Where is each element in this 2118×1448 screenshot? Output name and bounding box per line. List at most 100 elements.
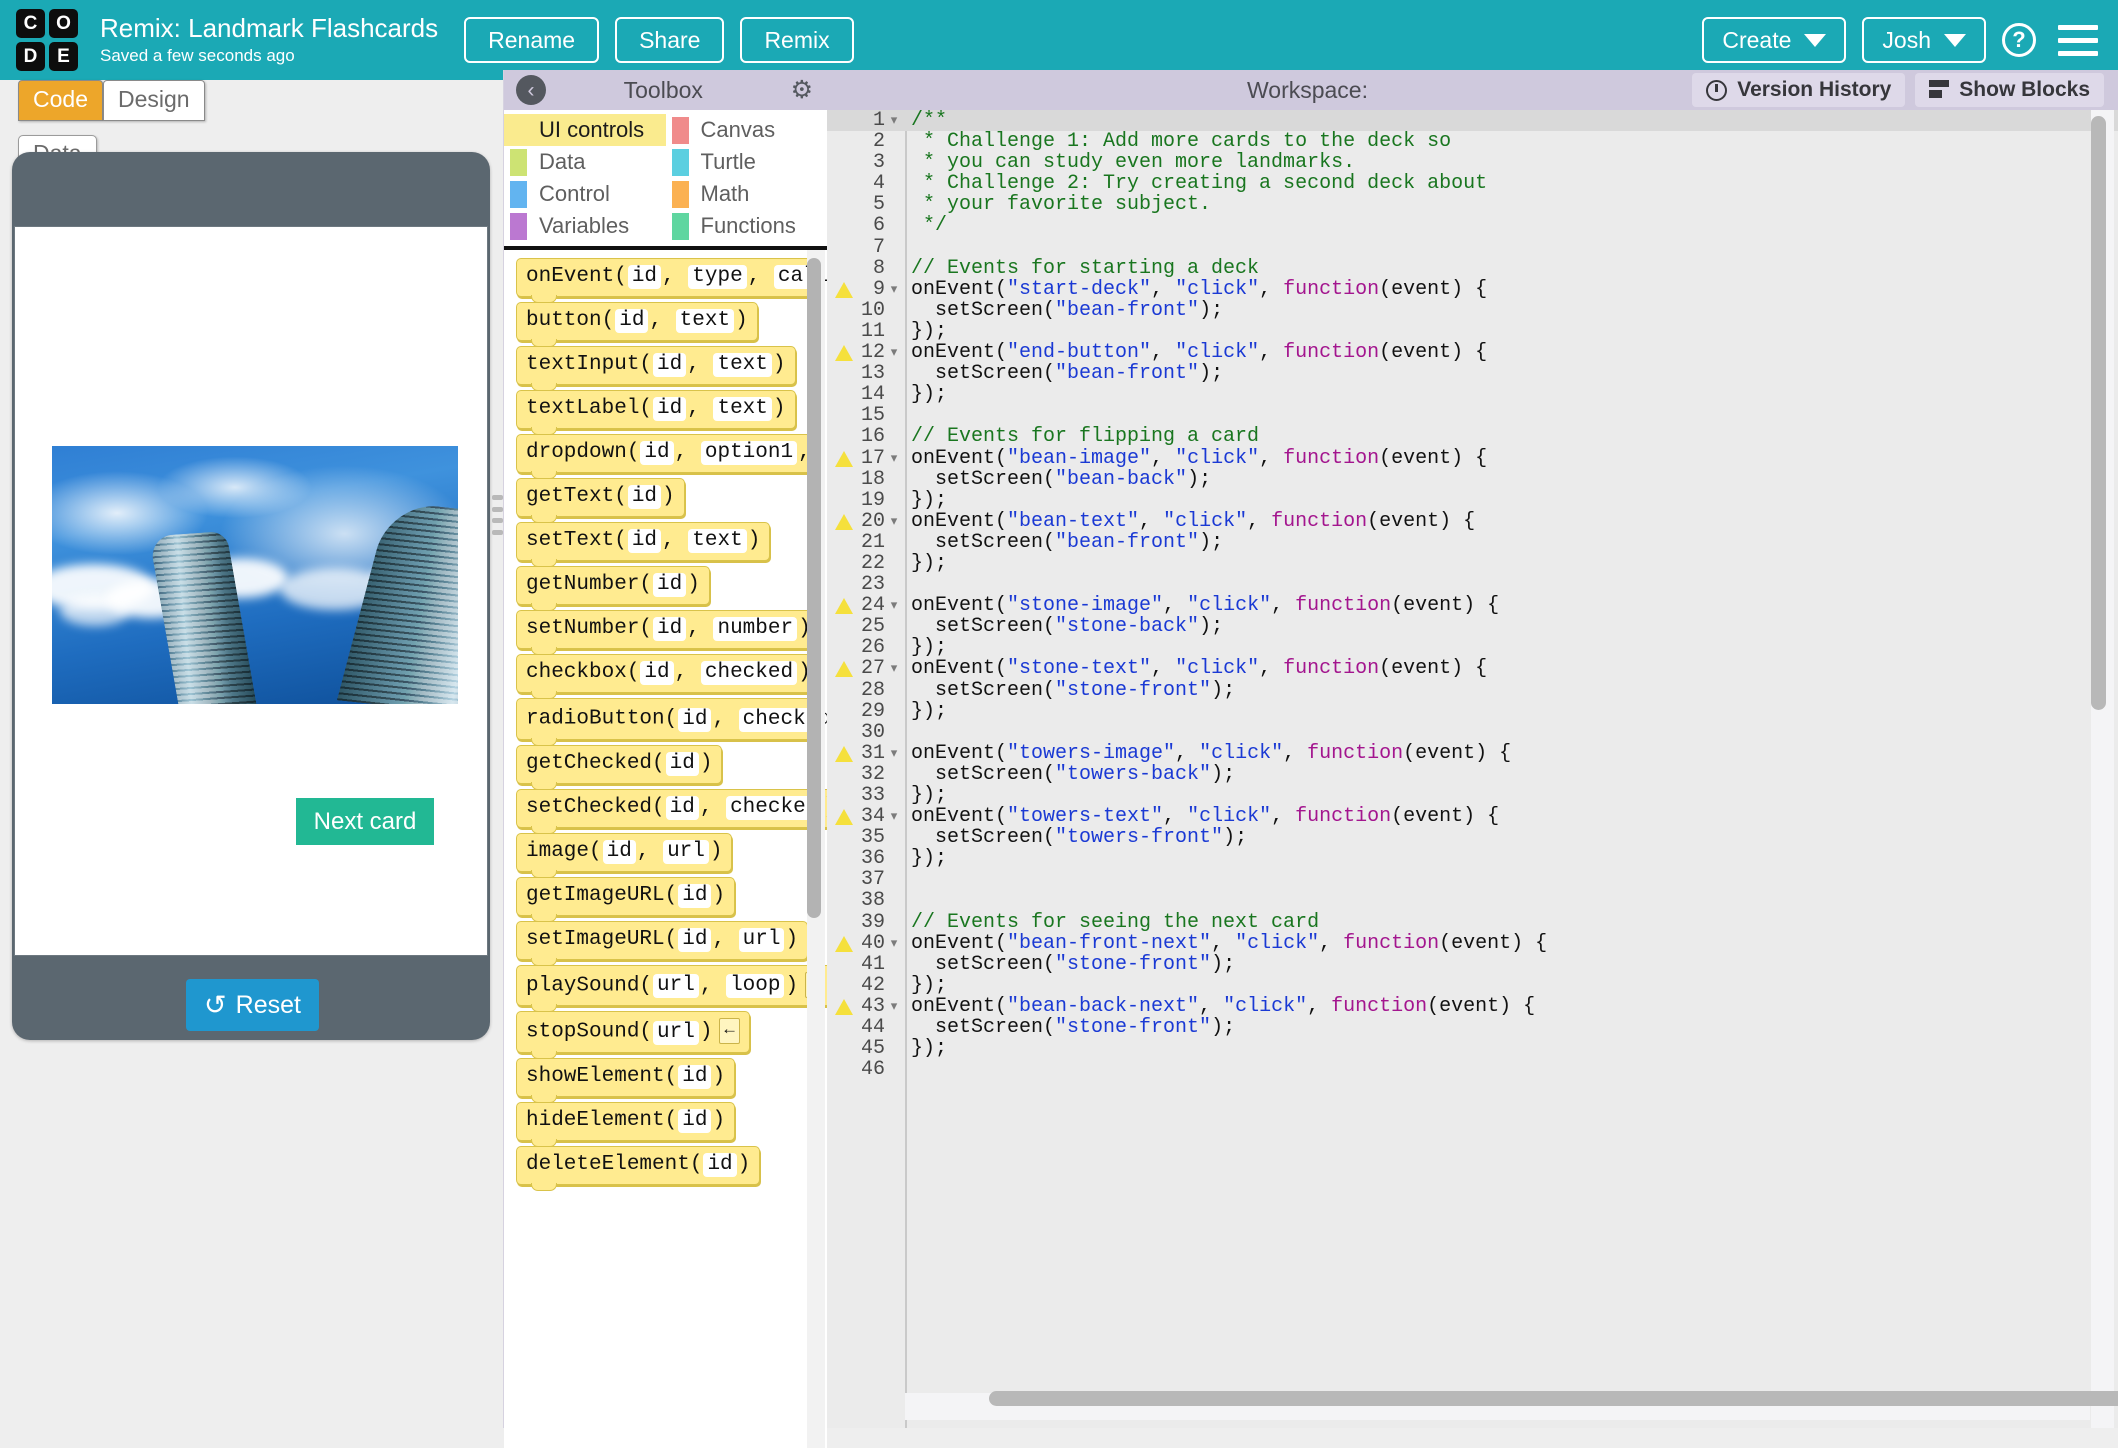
toolbox-category-data[interactable]: Data: [504, 146, 666, 178]
help-icon[interactable]: ?: [2002, 23, 2036, 57]
toolbox-block-textLabel[interactable]: textLabel(id, text): [516, 390, 796, 435]
code-line[interactable]: 36});: [827, 848, 2118, 869]
code-line[interactable]: 18 setScreen("bean-back");: [827, 468, 2118, 489]
toolbox-block-showElement[interactable]: showElement(id): [516, 1057, 736, 1103]
code-line[interactable]: 41 setScreen("stone-front");: [827, 954, 2118, 975]
code-line[interactable]: 29});: [827, 701, 2118, 722]
code-line[interactable]: 10 setScreen("bean-front");: [827, 300, 2118, 321]
code-line[interactable]: 6 */: [827, 215, 2118, 236]
create-menu-button[interactable]: Create: [1702, 17, 1847, 63]
code-line[interactable]: 5 * your favorite subject.: [827, 194, 2118, 215]
codeorg-logo[interactable]: C O D E: [16, 9, 78, 71]
code-line[interactable]: 27 ▾ onEvent("stone-text", "click", functi…: [827, 658, 2118, 680]
toolbox-block-deleteElement[interactable]: deleteElement(id): [516, 1145, 761, 1191]
code-line[interactable]: 44 setScreen("stone-front");: [827, 1017, 2118, 1038]
toolbox-block-image[interactable]: image(id, url): [516, 832, 733, 878]
code-line[interactable]: 16 // Events for flipping a card: [827, 426, 2118, 447]
remix-button[interactable]: Remix: [740, 17, 854, 63]
fold-arrow-icon[interactable]: ▾: [888, 996, 900, 1017]
code-line[interactable]: 38: [827, 890, 2118, 911]
fold-arrow-icon[interactable]: ▾: [888, 658, 900, 679]
code-line[interactable]: 26});: [827, 637, 2118, 658]
code-line[interactable]: 8 // Events for starting a deck: [827, 258, 2118, 279]
toolbox-scrollbar-thumb[interactable]: [807, 258, 821, 918]
fold-arrow-icon[interactable]: ▾: [888, 806, 900, 827]
code-line[interactable]: 37: [827, 869, 2118, 890]
toolbox-block-setImageURL[interactable]: setImageURL(id, url): [516, 920, 809, 966]
next-card-button[interactable]: Next card: [296, 798, 434, 845]
tab-design[interactable]: Design: [102, 80, 205, 121]
pane-resize-handle[interactable]: [492, 495, 503, 535]
fold-arrow-icon[interactable]: ▾: [888, 342, 900, 363]
fold-arrow-icon[interactable]: ▾: [888, 511, 900, 532]
toolbox-block-onEvent[interactable]: onEvent(id, type, callback): [516, 258, 827, 303]
code-line[interactable]: 23: [827, 574, 2118, 595]
show-blocks-button[interactable]: Show Blocks: [1915, 73, 2104, 107]
toolbox-block-textInput[interactable]: textInput(id, text): [516, 346, 796, 391]
toolbox-category-math[interactable]: Math: [666, 178, 828, 210]
code-line[interactable]: 11});: [827, 321, 2118, 342]
toolbox-category-variables[interactable]: Variables: [504, 210, 666, 242]
code-line[interactable]: 42});: [827, 975, 2118, 996]
toolbox-block-getImageURL[interactable]: getImageURL(id): [516, 876, 736, 922]
toolbox-category-ui-controls[interactable]: UI controls: [504, 114, 666, 146]
code-line[interactable]: 1 ▾ /**: [827, 110, 2118, 131]
code-line[interactable]: 4 * Challenge 2: Try creating a second d…: [827, 173, 2118, 194]
editor-vertical-scroll-track[interactable]: [2091, 110, 2114, 1428]
fold-arrow-icon[interactable]: ▾: [888, 743, 900, 764]
code-editor[interactable]: 1 ▾/** 2 * Challenge 1: Add more cards to …: [827, 110, 2118, 1428]
editor-horizontal-scrollbar-thumb[interactable]: [989, 1391, 2118, 1406]
code-line[interactable]: 7: [827, 236, 2118, 257]
code-line[interactable]: 40 ▾ onEvent("bean-front-next", "click", f…: [827, 933, 2118, 954]
toolbox-category-canvas[interactable]: Canvas: [666, 114, 828, 146]
fold-arrow-icon[interactable]: ▾: [888, 595, 900, 616]
toolbox-block-getNumber[interactable]: getNumber(id): [516, 566, 710, 611]
toolbox-scroll-track[interactable]: [807, 250, 825, 1448]
code-line[interactable]: 13 setScreen("bean-front");: [827, 363, 2118, 384]
toolbox-block-stopSound[interactable]: stopSound(url) ←: [516, 1011, 750, 1059]
code-line[interactable]: 12 ▾ onEvent("end-button", "click", functi…: [827, 342, 2118, 363]
toolbox-block-getChecked[interactable]: getChecked(id): [516, 744, 723, 790]
toolbox-block-checkbox[interactable]: checkbox(id, checked): [516, 654, 821, 699]
toolbox-category-turtle[interactable]: Turtle: [666, 146, 828, 178]
toolbox-block-setNumber[interactable]: setNumber(id, number): [516, 610, 821, 655]
toolbox-block-playSound[interactable]: playSound(url, loop)←: [516, 964, 827, 1012]
code-line[interactable]: 9 ▾ onEvent("start-deck", "click", functio…: [827, 279, 2118, 300]
code-line[interactable]: 17 ▾ onEvent("bean-image", "click", functi…: [827, 447, 2118, 469]
petronas-towers-photo[interactable]: [52, 446, 458, 704]
rename-button[interactable]: Rename: [464, 17, 600, 63]
hamburger-menu-icon[interactable]: [2058, 24, 2098, 56]
code-line[interactable]: 34 ▾ onEvent("towers-text", "click", funct…: [827, 806, 2118, 827]
toolbox-block-button[interactable]: button(id, text): [516, 302, 758, 347]
toolbox-block-radioButton[interactable]: radioButton(id, checked)→: [516, 698, 827, 746]
toolbox-category-functions[interactable]: Functions: [666, 210, 828, 242]
fold-arrow-icon[interactable]: ▾: [888, 448, 900, 469]
code-line[interactable]: 32 setScreen("towers-back");: [827, 764, 2118, 785]
code-line[interactable]: 43 ▾ onEvent("bean-back-next", "click", fu…: [827, 996, 2118, 1017]
code-line[interactable]: 20 ▾ onEvent("bean-text", "click", functio…: [827, 511, 2118, 532]
code-line[interactable]: 33});: [827, 785, 2118, 806]
toolbox-block-getText[interactable]: getText(id): [516, 478, 685, 523]
code-line[interactable]: 45});: [827, 1038, 2118, 1059]
editor-vertical-scrollbar-thumb[interactable]: [2091, 116, 2106, 710]
code-line[interactable]: 24 ▾ onEvent("stone-image", "click", funct…: [827, 595, 2118, 616]
block-expand-arrow-icon[interactable]: ←: [719, 1018, 740, 1045]
code-line[interactable]: 28 setScreen("stone-front");: [827, 679, 2118, 700]
toolbox-block-hideElement[interactable]: hideElement(id): [516, 1101, 736, 1147]
fold-arrow-icon[interactable]: ▾: [888, 279, 900, 300]
code-line[interactable]: 2 * Challenge 1: Add more cards to the d…: [827, 131, 2118, 152]
code-line[interactable]: 25 setScreen("stone-back");: [827, 616, 2118, 637]
toolbox-block-dropdown[interactable]: dropdown(id, option1, etc): [516, 434, 827, 479]
code-line[interactable]: 30: [827, 722, 2118, 743]
reset-button[interactable]: ↻ Reset: [186, 979, 319, 1031]
toolbox-block-setText[interactable]: setText(id, text): [516, 522, 771, 567]
code-line[interactable]: 35 setScreen("towers-front");: [827, 827, 2118, 848]
code-line[interactable]: 46: [827, 1059, 2118, 1080]
code-line[interactable]: 3 * you can study even more landmarks.: [827, 152, 2118, 173]
code-line[interactable]: 15: [827, 405, 2118, 426]
user-menu-button[interactable]: Josh: [1862, 17, 1986, 63]
tab-code[interactable]: Code: [18, 80, 103, 121]
code-rows[interactable]: 1 ▾/** 2 * Challenge 1: Add more cards to …: [827, 110, 2118, 1080]
version-history-button[interactable]: Version History: [1692, 73, 1906, 107]
toolbox-category-control[interactable]: Control: [504, 178, 666, 210]
